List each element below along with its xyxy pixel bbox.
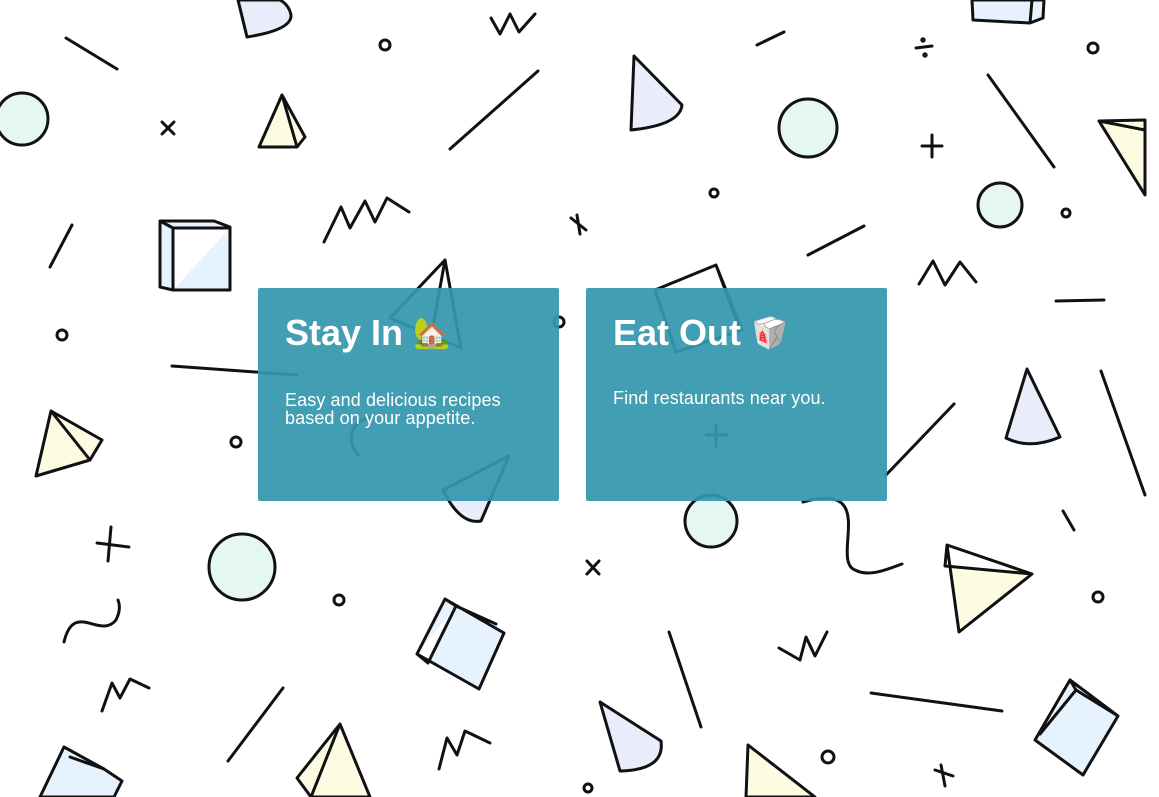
ring-shape bbox=[332, 593, 346, 607]
line-shape bbox=[986, 73, 1056, 169]
takeout-box-icon: 🥡 bbox=[751, 317, 789, 350]
ring-shape bbox=[1091, 590, 1105, 604]
line-shape bbox=[806, 224, 866, 257]
pyramid-shape bbox=[1097, 118, 1147, 197]
eat-out-description: Find restaurants near you. bbox=[613, 388, 826, 408]
zigzag-shape bbox=[777, 630, 829, 662]
cube-shape bbox=[415, 597, 506, 691]
ring-shape bbox=[820, 749, 836, 765]
pyramid-shape bbox=[34, 409, 104, 478]
divide-shape bbox=[914, 44, 934, 50]
plus-shape bbox=[920, 133, 944, 159]
ring-shape bbox=[582, 782, 594, 794]
circle-shape bbox=[976, 181, 1024, 229]
pyramid-shape bbox=[744, 743, 817, 797]
ring-shape bbox=[1086, 41, 1100, 55]
zigzag-shape bbox=[437, 729, 492, 771]
line-shape bbox=[884, 402, 956, 477]
divide-dot bbox=[922, 52, 928, 58]
cone-shape bbox=[598, 700, 663, 773]
cross-shape bbox=[160, 120, 176, 136]
eat-out-card[interactable]: Eat Out 🥡 Find restaurants near you. bbox=[586, 288, 887, 501]
cube-shape bbox=[158, 219, 232, 292]
ring-shape bbox=[708, 187, 720, 199]
cube-shape bbox=[38, 745, 124, 797]
ring-shape bbox=[55, 328, 69, 342]
plus-shape bbox=[95, 525, 131, 563]
cross-shape bbox=[933, 763, 955, 788]
line-shape bbox=[1099, 369, 1147, 497]
squiggle-shape bbox=[801, 496, 904, 575]
ring-shape bbox=[378, 38, 392, 52]
line-shape bbox=[1061, 509, 1076, 532]
memphis-background-pattern bbox=[0, 0, 1147, 797]
circle-shape bbox=[777, 97, 839, 159]
cross-shape bbox=[569, 213, 588, 236]
page-root: Stay In 🏡 Easy and delicious recipes bas… bbox=[0, 0, 1159, 797]
stay-in-title-text: Stay In bbox=[285, 312, 404, 353]
eat-out-title-text: Eat Out bbox=[613, 312, 742, 353]
line-shape bbox=[667, 630, 703, 729]
cone-shape bbox=[1004, 367, 1062, 446]
divide-dot bbox=[920, 37, 926, 43]
circle-shape bbox=[207, 532, 277, 602]
line-shape bbox=[1054, 298, 1106, 303]
zigzag-shape bbox=[100, 677, 151, 713]
house-with-garden-icon: 🏡 bbox=[413, 317, 451, 350]
eat-out-title: Eat Out 🥡 bbox=[613, 312, 860, 355]
stay-in-title: Stay In 🏡 bbox=[285, 312, 532, 355]
cone-shape bbox=[629, 54, 684, 132]
line-shape bbox=[448, 69, 540, 151]
pyramid-shape bbox=[257, 93, 307, 149]
line-shape bbox=[755, 30, 786, 47]
stay-in-card[interactable]: Stay In 🏡 Easy and delicious recipes bas… bbox=[258, 288, 559, 501]
line-shape bbox=[869, 691, 1004, 713]
circle-shape bbox=[0, 91, 50, 147]
zigzag-shape bbox=[917, 259, 978, 287]
zigzag-shape bbox=[322, 196, 411, 244]
line-shape bbox=[48, 223, 74, 269]
cube-shape bbox=[970, 0, 1046, 25]
cone-shape bbox=[236, 0, 293, 39]
squiggle-shape bbox=[62, 598, 121, 644]
line-shape bbox=[64, 36, 119, 71]
circle-shape bbox=[683, 493, 739, 549]
cross-shape bbox=[585, 559, 601, 576]
pyramid-shape bbox=[943, 543, 1034, 634]
ring-shape bbox=[1060, 207, 1072, 219]
pyramid-shape bbox=[295, 722, 372, 797]
stay-in-description: Easy and delicious recipes based on your… bbox=[285, 390, 501, 428]
line-shape bbox=[226, 686, 285, 763]
zigzag-shape bbox=[489, 12, 537, 36]
ring-shape bbox=[229, 435, 243, 449]
cube-shape bbox=[1033, 678, 1120, 777]
